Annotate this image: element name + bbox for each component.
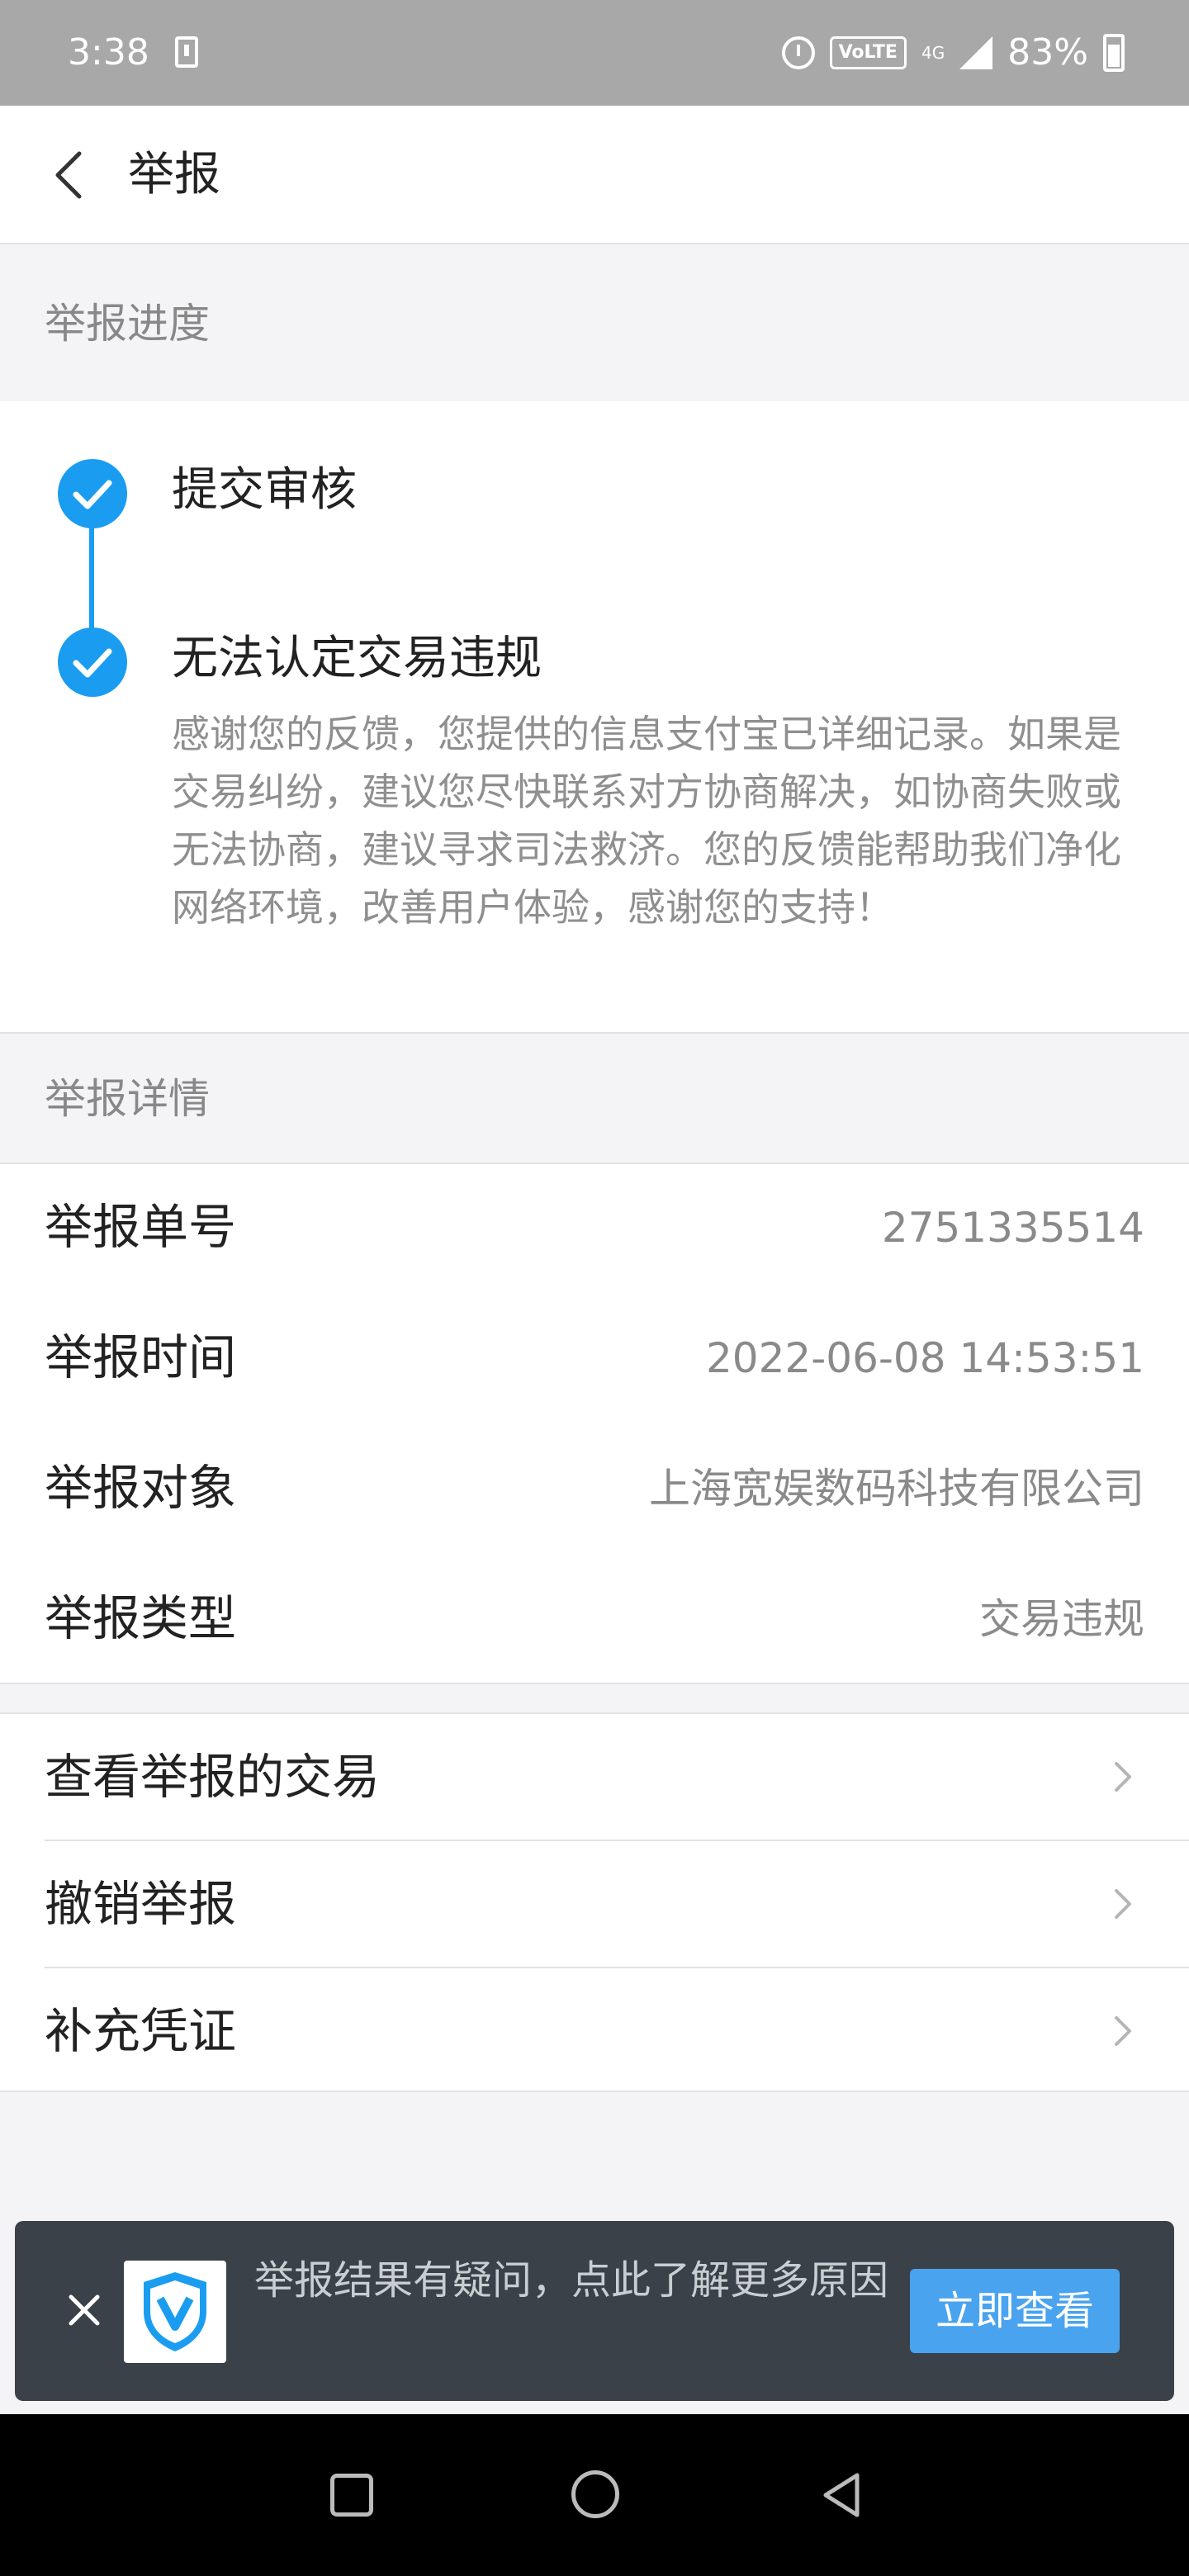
detail-label: 举报对象 [45, 1460, 237, 1516]
battery-percent: 83% [1007, 31, 1088, 73]
back-button[interactable] [40, 142, 106, 208]
shield-logo-icon [124, 2261, 226, 2363]
step-description: 感谢您的反馈，您提供的信息支付宝已详细记录。如果是交易纠纷，建议您尽快联系对方协… [172, 712, 1121, 930]
back-triangle-icon [823, 2473, 860, 2517]
download-icon [175, 36, 198, 68]
chevron-right-icon [1098, 1752, 1148, 1802]
status-indicators: VoLTE 4G 83% [781, 25, 1125, 81]
step-title-submit: 提交审核 [172, 463, 357, 517]
details-section-header: 举报详情 [0, 1035, 1189, 1163]
status-bar: 3:38 VoLTE 4G 83% [0, 0, 1189, 106]
actions-list: 查看举报的交易 撤销举报 补充凭证 [0, 1712, 1189, 2092]
system-back-button[interactable] [814, 2467, 870, 2523]
progress-section-header: 举报进度 [0, 246, 1189, 401]
volte-badge: VoLTE [829, 36, 907, 69]
detail-label: 举报类型 [45, 1590, 237, 1646]
detail-row-time: 举报时间 2022-06-08 14:53:51 [0, 1295, 1189, 1425]
recents-button[interactable] [330, 2474, 373, 2517]
home-button[interactable] [571, 2470, 619, 2518]
help-banner[interactable]: 举报结果有疑问，点此了解更多原因 立即查看 [15, 2221, 1174, 2401]
check-icon [58, 459, 127, 528]
detail-row-target: 举报对象 上海宽娱数码科技有限公司 [0, 1425, 1189, 1556]
page-title: 举报 [128, 148, 220, 201]
banner-text: 举报结果有疑问，点此了解更多原因 [254, 2257, 889, 2304]
detail-row-type: 举报类型 交易违规 [0, 1556, 1189, 1686]
check-icon [58, 627, 127, 697]
chevron-right-icon [1098, 1879, 1148, 1929]
close-banner-button[interactable] [51, 2277, 117, 2343]
view-now-button[interactable]: 立即查看 [910, 2269, 1120, 2353]
system-nav-bar [0, 2414, 1189, 2576]
detail-label: 举报单号 [45, 1199, 237, 1255]
chevron-right-icon [1098, 2006, 1148, 2056]
detail-value: 2022-06-08 14:53:51 [705, 1334, 1144, 1382]
progress-card: 提交审核 无法认定交易违规 感谢您的反馈，您提供的信息支付宝已详细记录。如果是交… [0, 401, 1189, 1034]
detail-value: 2751335514 [881, 1204, 1144, 1252]
battery-icon [1103, 34, 1125, 72]
step-title-result: 无法认定交易违规 [172, 632, 542, 685]
detail-label: 举报时间 [45, 1329, 237, 1385]
close-icon [69, 2294, 100, 2326]
detail-row-id: 举报单号 2751335514 [0, 1164, 1189, 1295]
back-arrow-icon [55, 151, 82, 199]
cancel-report-item[interactable]: 撤销举报 [0, 1841, 1189, 1967]
detail-value: 上海宽娱数码科技有限公司 [649, 1465, 1144, 1513]
details-list: 举报单号 2751335514 举报时间 2022-06-08 14:53:51… [0, 1163, 1189, 1684]
view-reported-transaction-item[interactable]: 查看举报的交易 [0, 1714, 1189, 1840]
title-bar: 举报 [0, 106, 1189, 244]
action-label: 补充凭证 [45, 2003, 237, 2059]
detail-value: 交易违规 [979, 1595, 1144, 1643]
action-label: 撤销举报 [45, 1876, 237, 1932]
action-label: 查看举报的交易 [45, 1749, 381, 1805]
network-type: 4G [921, 43, 945, 63]
alarm-icon [781, 36, 815, 69]
supplement-evidence-item[interactable]: 补充凭证 [0, 1968, 1189, 2094]
status-time: 3:38 [68, 31, 149, 73]
signal-icon [959, 36, 993, 69]
